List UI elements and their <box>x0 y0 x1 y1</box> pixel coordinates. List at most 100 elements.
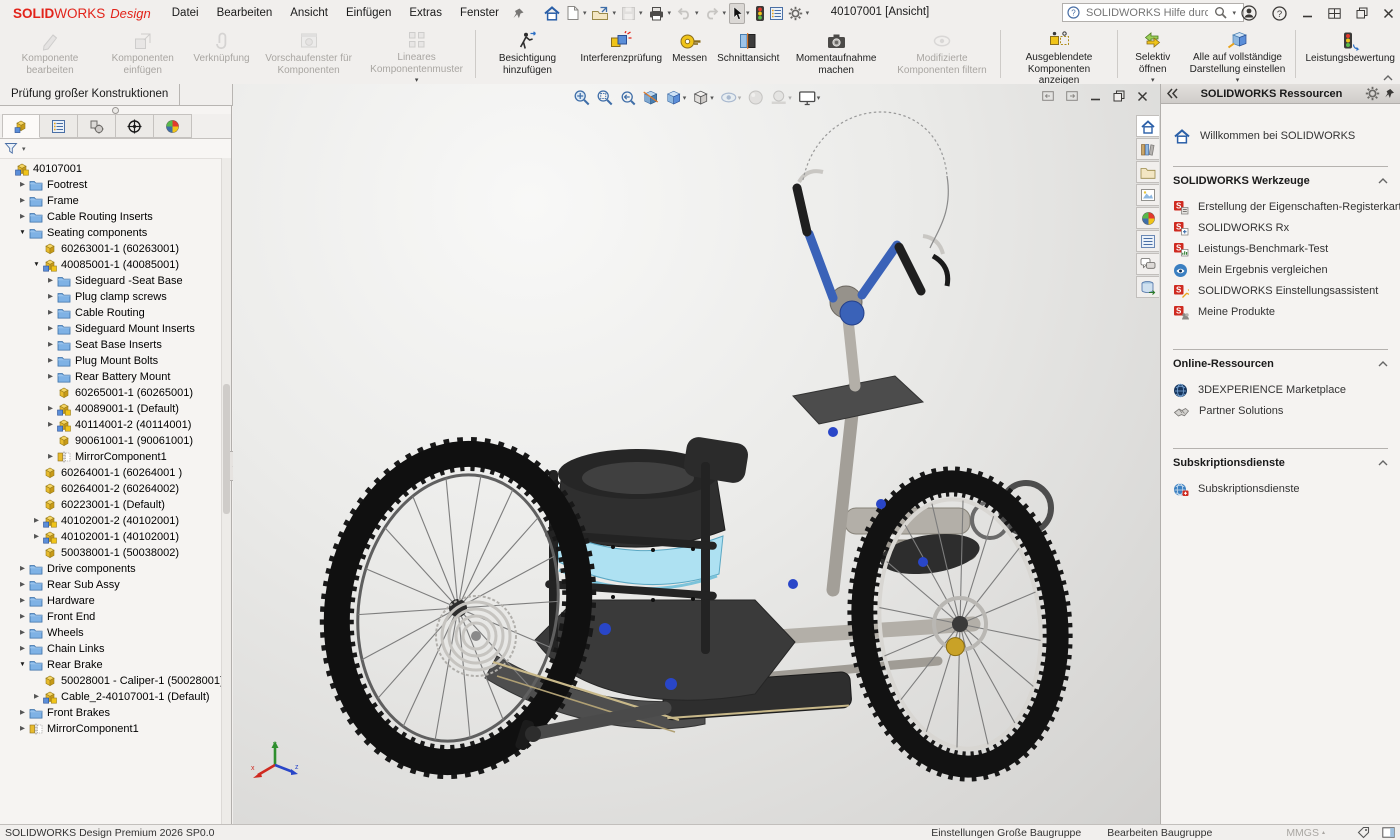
tree-row[interactable]: ▼40085001-1 (40085001) <box>0 257 222 273</box>
tree-expand-arrow[interactable]: ▶ <box>17 193 28 209</box>
tree-row[interactable]: 60263001-1 (60263001) <box>0 241 222 257</box>
home-tab-tab[interactable] <box>1136 115 1159 137</box>
doc-close-icon[interactable] <box>1137 91 1148 102</box>
tree-filter-bar[interactable]: ▾ <box>0 139 231 159</box>
tree-expand-arrow[interactable]: ▶ <box>17 705 28 721</box>
rebuild-button[interactable] <box>753 2 767 25</box>
ribbon-besichtigung-hinzufügen-button[interactable]: Besichtigung hinzufügen <box>480 26 576 82</box>
pin-icon[interactable] <box>1384 88 1395 99</box>
tree-expand-arrow[interactable]: ▶ <box>31 513 42 529</box>
custom-properties-tab[interactable] <box>1136 230 1159 252</box>
help-search-box[interactable]: ? ▾ <box>1062 3 1244 22</box>
open-button[interactable] <box>589 3 611 24</box>
dropdown-caret[interactable]: ▾ <box>1151 76 1155 84</box>
settings-gear-icon[interactable] <box>1365 86 1380 101</box>
unit-system[interactable]: MMGS <box>1286 827 1319 839</box>
tree-row[interactable]: ▶Cable_2-40107001-1 (Default) <box>0 689 222 705</box>
tree-expand-arrow[interactable]: ▶ <box>31 529 42 545</box>
displaymanager-tab[interactable] <box>154 114 192 138</box>
taskpane-link[interactable]: SMeine Produkte <box>1173 302 1388 322</box>
appearances-tab[interactable] <box>1136 207 1159 229</box>
open-caret[interactable]: ▾ <box>612 9 616 17</box>
ribbon-alle-auf-vollständige-darstellung-einstellen-button[interactable]: Alle auf vollständige Darstellung einste… <box>1183 26 1291 82</box>
ribbon-collapse-chevron-icon[interactable] <box>1383 75 1393 81</box>
menu-extras[interactable]: Extras <box>400 2 451 24</box>
tree-row[interactable]: ▶Footrest <box>0 177 222 193</box>
tree-expand-arrow[interactable]: ▶ <box>17 721 28 737</box>
select-cursor-caret[interactable]: ▾ <box>746 9 750 17</box>
menu-ansicht[interactable]: Ansicht <box>281 2 337 24</box>
dropdown-caret[interactable]: ▾ <box>817 94 821 102</box>
previous-view-button[interactable] <box>618 88 637 107</box>
search-icon[interactable] <box>1214 6 1227 19</box>
view-orientation-button[interactable]: ▾ <box>664 88 688 107</box>
tree-row[interactable]: 90061001-1 (90061001) <box>0 433 222 449</box>
zoom-to-area-button[interactable] <box>595 88 614 107</box>
tag-icon[interactable] <box>1357 826 1370 839</box>
dropdown-caret[interactable]: ▾ <box>1236 76 1240 84</box>
forum-tab[interactable] <box>1136 253 1159 275</box>
tree-row[interactable]: ▼Rear Brake <box>0 657 222 673</box>
tree-scrollbar[interactable] <box>221 158 231 824</box>
ribbon-interferenzprüfung-button[interactable]: Interferenzprüfung <box>575 26 667 82</box>
ribbon-momentaufnahme-machen-button[interactable]: Momentaufnahme machen <box>784 26 888 82</box>
panel-toggle-icon[interactable] <box>1382 827 1395 838</box>
tree-row[interactable]: ▶Front Brakes <box>0 705 222 721</box>
tree-row[interactable]: 40107001 <box>0 161 222 177</box>
tree-expand-arrow[interactable]: ▶ <box>45 273 56 289</box>
ribbon-ausgeblendete-komponenten-anzeigen-button[interactable]: Ausgeblendete Komponenten anzeigen <box>1005 26 1113 82</box>
tree-row[interactable]: 60264001-1 (60264001 ) <box>0 465 222 481</box>
chevron-up-icon[interactable] <box>1378 460 1388 466</box>
chevron-up-icon[interactable] <box>1378 361 1388 367</box>
chevron-up-icon[interactable] <box>1378 178 1388 184</box>
doc-minimize-icon[interactable] <box>1090 91 1101 102</box>
tree-row[interactable]: ▶Rear Battery Mount <box>0 369 222 385</box>
tree-expand-arrow[interactable]: ▼ <box>17 657 28 673</box>
file-explorer-tab[interactable] <box>1136 161 1159 183</box>
doc-pane-right-icon[interactable] <box>1066 91 1078 101</box>
tree-row[interactable]: ▶Chain Links <box>0 641 222 657</box>
tree-expand-arrow[interactable]: ▶ <box>45 305 56 321</box>
ribbon-selektiv-öffnen-button[interactable]: Selektiv öffnen▾ <box>1122 26 1183 82</box>
tree-expand-arrow[interactable]: ▶ <box>45 353 56 369</box>
tree-row[interactable]: ▼Seating components <box>0 225 222 241</box>
tree-row[interactable]: ▶Plug Mount Bolts <box>0 353 222 369</box>
tree-expand-arrow[interactable]: ▶ <box>45 369 56 385</box>
ribbon-messen-button[interactable]: Messen <box>667 26 712 82</box>
doc-restore-icon[interactable] <box>1113 90 1125 102</box>
tree-row[interactable]: ▶Hardware <box>0 593 222 609</box>
tree-expand-arrow[interactable]: ▶ <box>17 177 28 193</box>
taskpane-link[interactable]: SErstellung der Eigenschaften-Registerka… <box>1173 197 1388 217</box>
graphics-viewport[interactable]: ▾▾▾▾▾ x y z <box>233 84 1160 824</box>
tree-expand-arrow[interactable]: ▶ <box>17 209 28 225</box>
layout-icon[interactable] <box>1328 8 1341 19</box>
panel-splitter-grip[interactable] <box>0 106 231 114</box>
configurationmanager-tab[interactable] <box>78 114 116 138</box>
tree-row[interactable]: ▶Plug clamp screws <box>0 289 222 305</box>
tree-row[interactable]: ▶40114001-2 (40114001) <box>0 417 222 433</box>
tree-expand-arrow[interactable]: ▶ <box>31 689 42 705</box>
view-palette-tab[interactable] <box>1136 184 1159 206</box>
tree-row[interactable]: ▶Wheels <box>0 625 222 641</box>
pin-toolbar-icon[interactable] <box>512 7 525 20</box>
menu-fenster[interactable]: Fenster <box>451 2 508 24</box>
propertymanager-tab[interactable] <box>40 114 78 138</box>
tree-expand-arrow[interactable]: ▶ <box>45 337 56 353</box>
view-settings-button[interactable]: ▾ <box>797 89 822 107</box>
help-icon[interactable]: ? <box>1272 6 1287 21</box>
tree-expand-arrow[interactable]: ▶ <box>45 449 56 465</box>
taskpane-link[interactable]: 3DEXPERIENCE Marketplace <box>1173 380 1388 400</box>
tree-row[interactable]: ▶Cable Routing Inserts <box>0 209 222 225</box>
tree-expand-arrow[interactable]: ▶ <box>45 289 56 305</box>
tree-expand-arrow[interactable]: ▶ <box>45 417 56 433</box>
tree-row[interactable]: 60264001-2 (60264002) <box>0 481 222 497</box>
taskpane-link[interactable]: Partner Solutions <box>1173 401 1388 421</box>
select-cursor-button[interactable] <box>729 3 745 24</box>
featuremanager-tab[interactable] <box>2 114 40 138</box>
search-input[interactable] <box>1084 6 1210 20</box>
taskpane-link[interactable]: SSOLIDWORKS Einstellungsassistent <box>1173 281 1388 301</box>
tree-expand-arrow[interactable]: ▶ <box>45 321 56 337</box>
tree-row[interactable]: 60265001-1 (60265001) <box>0 385 222 401</box>
display-style-button[interactable]: ▾ <box>691 88 715 107</box>
design-library-tab[interactable] <box>1136 138 1159 160</box>
